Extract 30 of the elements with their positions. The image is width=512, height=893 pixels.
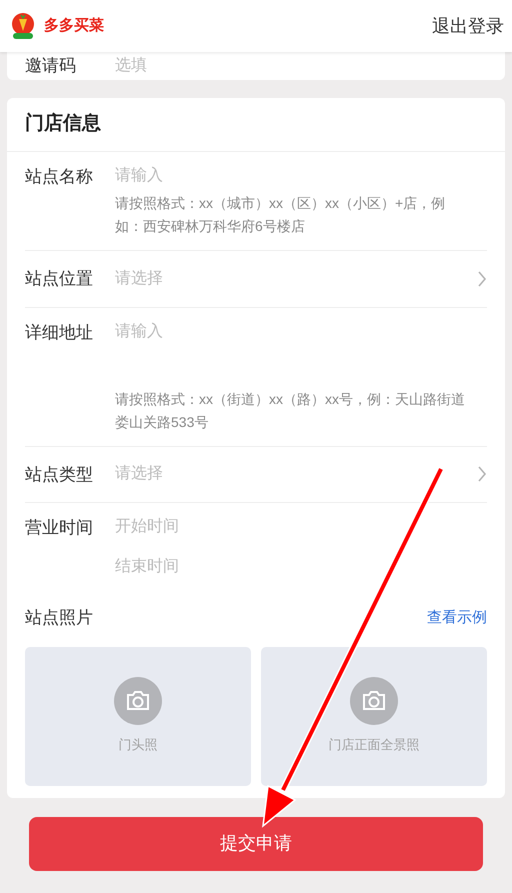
time-field[interactable]: 结束时间	[115, 555, 487, 579]
camera-icon	[350, 677, 398, 726]
field-label: 站点照片	[25, 607, 93, 629]
input-field[interactable]: 请输入	[115, 320, 487, 380]
select-field[interactable]: 站点类型 请选择	[25, 446, 487, 503]
select-placeholder: 请选择	[115, 268, 164, 289]
brand-name: 多多买菜	[44, 16, 104, 36]
hint-text: 请按照格式：xx（城市）xx（区）xx（小区）+店，例如：西安碑林万科华府6号楼店	[115, 194, 446, 236]
field-label: 营业时间	[25, 517, 94, 539]
field-label: 详细地址	[25, 322, 94, 344]
photo-caption: 门头照	[118, 736, 158, 754]
field-label: 站点名称	[25, 166, 94, 188]
invite-code-row[interactable]: 邀请码 选填	[7, 52, 505, 80]
field-label: 站点类型	[25, 464, 94, 486]
photo-caption: 门店正面全景照	[328, 736, 420, 754]
select-field[interactable]: 站点位置 请选择	[25, 251, 487, 308]
chevron-right-icon	[477, 270, 487, 287]
view-example-link[interactable]: 查看示例	[427, 606, 487, 629]
time-field[interactable]: 开始时间	[115, 515, 487, 539]
section-title: 门店信息	[7, 98, 505, 152]
input-field[interactable]: 选填	[115, 55, 487, 77]
chevron-right-icon	[477, 466, 487, 482]
field-label: 邀请码	[25, 55, 77, 77]
select-placeholder: 请选择	[115, 464, 164, 484]
camera-icon	[114, 677, 162, 726]
field-label: 站点位置	[25, 268, 94, 290]
hint-text: 请按照格式：xx（街道）xx（路）xx号，例：天山路街道娄山关路533号	[115, 390, 466, 432]
submit-button[interactable]: 提交申请	[29, 816, 483, 870]
logout-button[interactable]: 退出登录	[432, 12, 504, 40]
input-field[interactable]: 请输入	[115, 164, 487, 188]
